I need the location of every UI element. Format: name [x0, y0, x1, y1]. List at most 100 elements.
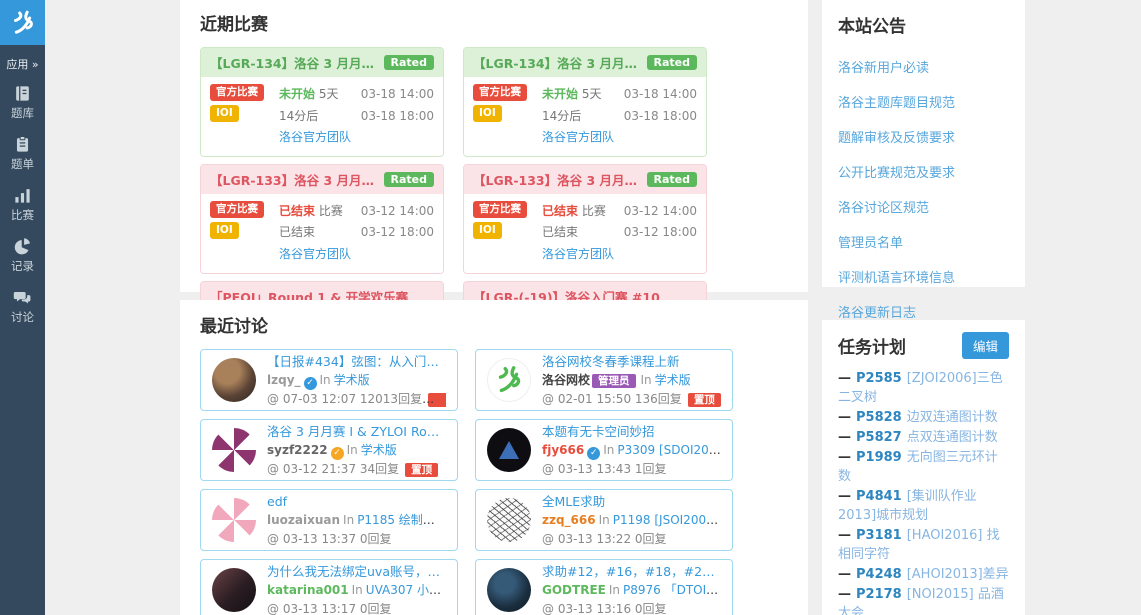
task-problem-id[interactable]: P4841: [856, 489, 902, 504]
discussion-title-link[interactable]: 洛谷网校冬春季课程上新: [542, 352, 721, 371]
discussion-author-link[interactable]: GODTREE: [542, 583, 606, 597]
contest-rule-tag: IOI: [473, 105, 502, 122]
announcement-link[interactable]: 洛谷新用户必读: [838, 49, 1009, 84]
sidebar-item-discussions[interactable]: 讨论: [0, 288, 45, 325]
sidebar-item-problem-lists[interactable]: 题单: [0, 135, 45, 172]
discussion-meta: @ 03-13 13:17 0回复: [267, 602, 392, 615]
contest-organizer-link[interactable]: 洛谷官方团队: [542, 247, 614, 261]
task-problem-id[interactable]: P2178: [856, 587, 902, 602]
announcement-link[interactable]: 题解审核及反馈要求: [838, 119, 1009, 154]
announcement-link[interactable]: 评测机语言环境信息: [838, 259, 1009, 294]
avatar[interactable]: [487, 428, 531, 472]
contest-status: 已结束: [279, 204, 315, 218]
contest-title-link[interactable]: 【LGR-134】洛谷 3 月月赛 II &「GLR-...: [473, 53, 640, 72]
task-problem-link[interactable]: [AHOI2013]差异: [907, 567, 1009, 582]
discussion-forum-link[interactable]: P1198 [JSOI2008] ...: [613, 513, 721, 527]
discussion-forum-link[interactable]: 学术版: [655, 373, 691, 387]
contest-title-link[interactable]: 【LGR-134】洛谷 3 月月赛 II &「GLR ...: [210, 53, 377, 72]
discussion-forum-link[interactable]: P3309 [SDOI2014]向...: [617, 443, 721, 457]
avatar[interactable]: [487, 568, 531, 612]
discussion-title-link[interactable]: 为什么我无法绑定uva账号，求佬...: [267, 562, 446, 581]
discussion-author-link[interactable]: katarina001: [267, 583, 349, 597]
left-sidebar: 应用 » 题库 题单 比赛 记录: [0, 0, 45, 615]
discussion-title-link[interactable]: 求助#12，#16，#18，#21，#22: [542, 562, 721, 581]
avatar[interactable]: [212, 358, 256, 402]
discussion-forum-link[interactable]: 学术版: [334, 373, 370, 387]
dash-icon: —: [838, 528, 851, 543]
discussion-author-link[interactable]: luozaixuan: [267, 513, 340, 527]
rated-badge: Rated: [384, 55, 435, 70]
task-item: —P1989无向图三元环计数: [838, 448, 1009, 486]
discussion-meta: @ 03-13 13:37 0回复: [267, 532, 392, 546]
discussion-forum-link[interactable]: UVA307 小木棍 Sti...: [366, 583, 446, 597]
task-problem-id[interactable]: P5828: [856, 410, 902, 425]
discussion-forum-link[interactable]: P1185 绘制二叉树: [357, 513, 446, 527]
avatar[interactable]: [212, 568, 256, 612]
sidebar-item-problems[interactable]: 题库: [0, 84, 45, 121]
discussion-title-link[interactable]: 【日报#434】弦图：从入门到入入...: [267, 352, 446, 371]
avatar[interactable]: [487, 498, 531, 542]
discussion-author-link[interactable]: lzqy_: [267, 373, 301, 387]
discussion-meta: @ 03-13 13:16 0回复: [542, 602, 667, 615]
contest-title-link[interactable]: 【LGR-133】洛谷 3 月月赛 I & ZYLOI ...: [210, 170, 377, 189]
avatar[interactable]: [212, 498, 256, 542]
discussion-title-link[interactable]: 洛谷 3 月月赛 I & ZYLOI Round...: [267, 422, 446, 441]
dash-icon: —: [838, 489, 851, 504]
discussion-card: 求助#12，#16，#18，#21，#22 GODTREEInP8976 「DT…: [475, 559, 733, 615]
luogu-logo[interactable]: [0, 0, 45, 45]
contest-type-tag: 官方比赛: [473, 201, 527, 218]
task-item: —P3181[HAOI2016] 找相同字符: [838, 526, 1009, 564]
announcement-link[interactable]: 洛谷讨论区规范: [838, 189, 1009, 224]
announcement-link[interactable]: 洛谷主题库题目规范: [838, 84, 1009, 119]
sidebar-item-records[interactable]: 记录: [0, 237, 45, 274]
sidebar-item-label: 题单: [0, 156, 45, 172]
contest-title-link[interactable]: 【LGR-133】洛谷 3 月月赛 I & ZYLOI ...: [473, 170, 640, 189]
discussion-title-link[interactable]: 本题有无卡空间妙招: [542, 422, 721, 441]
discussions-section-title: 最近讨论: [200, 312, 788, 337]
in-label: In: [320, 373, 331, 387]
discussion-forum-link[interactable]: 学术版: [361, 443, 397, 457]
discussion-card: 【日报#434】弦图：从入门到入入... lzqy_✓In学术版 @ 07-03…: [200, 349, 458, 411]
task-plan-title: 任务计划: [838, 333, 906, 358]
discussion-forum-link[interactable]: P8976 「DTOI-4」排...: [623, 583, 721, 597]
discussion-author-link[interactable]: 洛谷网校: [542, 373, 590, 387]
discussion-meta: @ 03-13 13:43 1回复: [542, 462, 667, 476]
apps-toggle[interactable]: 应用 »: [0, 56, 45, 72]
discussion-title-link[interactable]: edf: [267, 492, 446, 511]
task-item: —P5827点双连通图计数: [838, 428, 1009, 447]
in-label: In: [352, 583, 363, 597]
discussion-author-link[interactable]: syzf2222: [267, 443, 328, 457]
rated-badge: Rated: [384, 172, 435, 187]
task-item: —P2178[NOI2015] 品酒大会: [838, 585, 1009, 615]
in-label: In: [599, 513, 610, 527]
dash-icon: —: [838, 587, 851, 602]
contest-organizer-link[interactable]: 洛谷官方团队: [279, 247, 351, 261]
discussion-meta: @ 02-01 15:50 136回复: [542, 392, 682, 406]
task-problem-id[interactable]: P2585: [856, 371, 902, 386]
task-item: —P5828边双连通图计数: [838, 408, 1009, 427]
sidebar-item-contests[interactable]: 比赛: [0, 186, 45, 223]
task-problem-id[interactable]: P3181: [856, 528, 902, 543]
announcement-link[interactable]: 公开比赛规范及要求: [838, 154, 1009, 189]
task-problem-link[interactable]: 边双连通图计数: [907, 410, 998, 425]
discussion-author-link[interactable]: zzq_666: [542, 513, 596, 527]
discussion-author-link[interactable]: fjy666: [542, 443, 584, 457]
contest-start-time: 03-12 14:00: [624, 201, 697, 223]
pie-chart-icon: [0, 237, 45, 256]
task-problem-link[interactable]: 点双连通图计数: [907, 430, 998, 445]
edit-tasks-button[interactable]: 编辑: [962, 332, 1009, 359]
discussion-meta: @ 07-03 12:07 12013回复: [267, 392, 434, 406]
task-list: —P2585[ZJOI2006]三色二叉树 — P5828 边双连通图计数 — P58…: [838, 369, 1009, 615]
task-problem-id[interactable]: P1989: [856, 450, 902, 465]
task-item: —P2585[ZJOI2006]三色二叉树: [838, 369, 1009, 407]
announcement-link[interactable]: 管理员名单: [838, 224, 1009, 259]
avatar[interactable]: [487, 358, 531, 402]
contest-type-tag: 官方比赛: [473, 84, 527, 101]
contest-organizer-link[interactable]: 洛谷官方团队: [279, 130, 351, 144]
contest-organizer-link[interactable]: 洛谷官方团队: [542, 130, 614, 144]
discussion-title-link[interactable]: 全MLE求助: [542, 492, 721, 511]
task-problem-id[interactable]: P5827: [856, 430, 902, 445]
contest-end-time: 03-18 18:00: [624, 106, 697, 128]
avatar[interactable]: [212, 428, 256, 472]
task-problem-id[interactable]: P4248: [856, 567, 902, 582]
